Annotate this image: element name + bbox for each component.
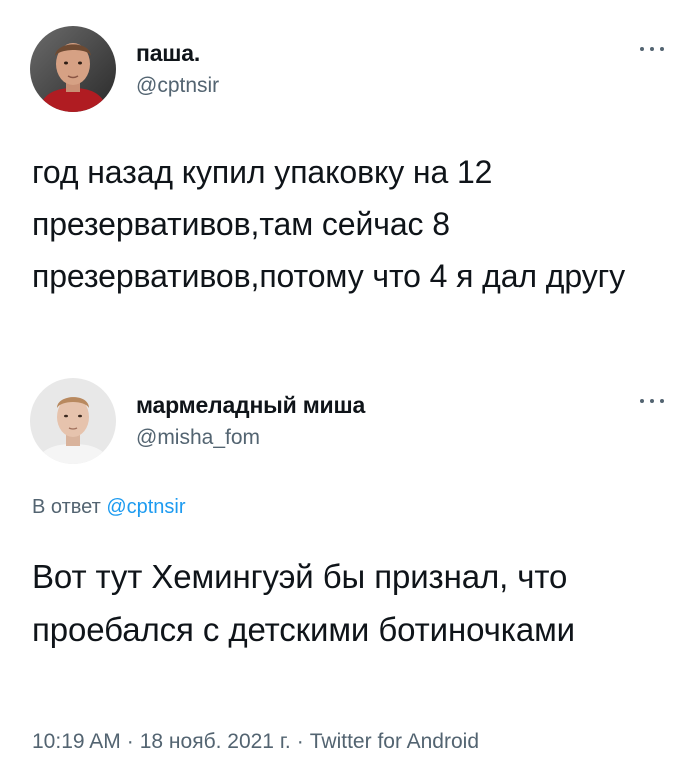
user-handle[interactable]: @misha_fom [136, 424, 365, 452]
tweet-time[interactable]: 10:19 AM [32, 730, 121, 753]
user-handle[interactable]: @cptnsir [136, 72, 219, 100]
display-name[interactable]: мармеладный миша [136, 390, 365, 420]
more-options-icon[interactable] [640, 396, 664, 406]
dot [650, 47, 654, 51]
tweet-metadata: 10:19 AM · 18 нояб. 2021 г. · Twitter for An… [32, 730, 479, 754]
reply-mention-link[interactable]: @cptnsir [106, 496, 185, 518]
avatar-image [30, 26, 116, 112]
tweet-source[interactable]: Twitter for Android [310, 730, 479, 753]
user-block: мармеладный миша @misha_fom [136, 390, 365, 452]
avatar-image [30, 378, 116, 464]
tweet-date[interactable]: 18 нояб. 2021 г. [140, 730, 291, 753]
separator: · [126, 730, 134, 753]
reply-prefix: В ответ [32, 496, 101, 518]
dot [660, 399, 664, 403]
reply-text: Вот тут Хемингуэй бы признал, что проеба… [32, 558, 575, 648]
reply-tweet-header: мармеладный миша @misha_fom [30, 378, 365, 464]
more-options-icon[interactable] [640, 44, 664, 54]
original-tweet-header: паша. @cptnsir [30, 26, 219, 112]
dot [640, 47, 644, 51]
separator: · [296, 730, 304, 753]
replying-to: В ответ @cptnsir [32, 496, 186, 519]
dot [640, 399, 644, 403]
avatar[interactable] [30, 26, 116, 112]
user-block: паша. @cptnsir [136, 38, 219, 100]
dot [660, 47, 664, 51]
tweet-text: год назад купил упаковку на 12 презерват… [32, 154, 626, 294]
dot [650, 399, 654, 403]
avatar[interactable] [30, 378, 116, 464]
display-name[interactable]: паша. [136, 38, 219, 68]
